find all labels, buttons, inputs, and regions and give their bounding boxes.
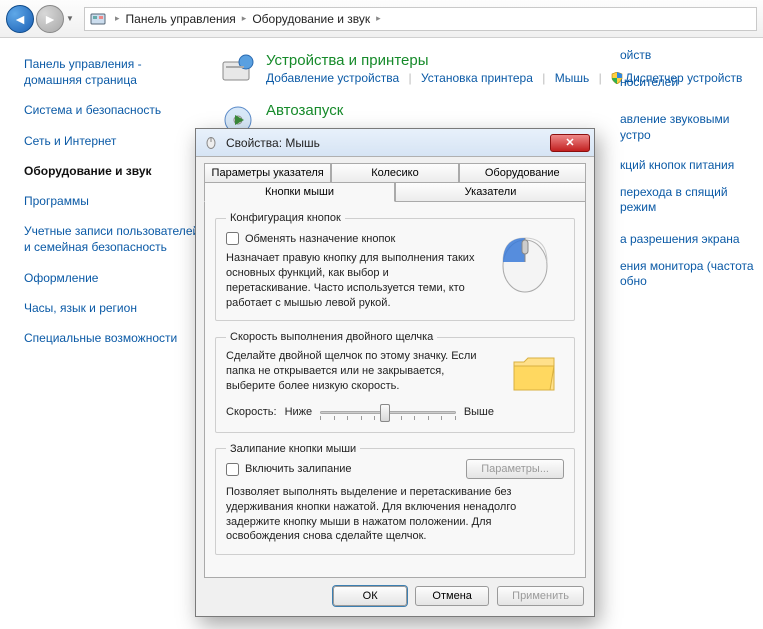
speed-low-label: Ниже — [285, 406, 313, 418]
category-title[interactable]: Автозапуск — [266, 102, 343, 119]
dialog-button-row: ОК Отмена Применить — [196, 578, 594, 616]
speed-slider[interactable] — [320, 402, 456, 422]
slider-thumb[interactable] — [380, 404, 390, 422]
sidebar-item-hardware[interactable]: Оборудование и звук — [24, 163, 200, 179]
swap-buttons-label[interactable]: Обменять назначение кнопок — [245, 233, 395, 245]
devices-icon — [220, 52, 256, 88]
tab-hardware[interactable]: Оборудование — [459, 163, 586, 183]
close-icon: ✕ — [565, 136, 574, 149]
button-config-desc: Назначает правую кнопку для выполнения т… — [226, 251, 476, 310]
sidebar-item-system[interactable]: Система и безопасность — [24, 102, 200, 118]
tab-pointer-options[interactable]: Параметры указателя — [204, 163, 331, 183]
link-mouse[interactable]: Мышь — [555, 71, 590, 85]
back-button[interactable]: ◄ — [6, 5, 34, 33]
clicklock-desc: Позволяет выполнять выделение и перетаск… — [226, 485, 564, 544]
partial-visible-links: авление звуковыми устро — [620, 112, 763, 154]
tab-wheel[interactable]: Колесико — [331, 163, 458, 183]
link-add-device[interactable]: Добавление устройства — [266, 71, 399, 85]
sidebar-item-programs[interactable]: Программы — [24, 193, 200, 209]
control-panel-icon — [89, 10, 107, 28]
chevron-right-icon: ▸ — [115, 13, 120, 24]
tab-pointers[interactable]: Указатели — [395, 182, 586, 202]
sidebar-item-clock[interactable]: Часы, язык и регион — [24, 300, 200, 316]
sidebar: Панель управления - домашняя страница Си… — [0, 38, 210, 629]
chevron-right-icon: ▸ — [376, 13, 381, 24]
clicklock-params-button[interactable]: Параметры... — [466, 459, 564, 479]
speed-desc: Сделайте двойной щелчок по этому значку.… — [226, 349, 494, 394]
group-button-config: Конфигурация кнопок Обменять назначение … — [215, 212, 575, 321]
tab-page-buttons: Конфигурация кнопок Обменять назначение … — [204, 201, 586, 578]
speed-high-label: Выше — [464, 406, 494, 418]
breadcrumb-part[interactable]: Панель управления — [126, 12, 236, 26]
mouse-icon — [204, 135, 220, 151]
ok-button[interactable]: ОК — [333, 586, 407, 606]
tab-buttons[interactable]: Кнопки мыши — [204, 182, 395, 202]
group-legend: Конфигурация кнопок — [226, 212, 345, 224]
sidebar-item-appearance[interactable]: Оформление — [24, 270, 200, 286]
swap-buttons-checkbox[interactable] — [226, 232, 239, 245]
partial-visible-links: а разрешения экрана ения монитора (часто… — [620, 232, 763, 301]
group-legend: Скорость выполнения двойного щелчка — [226, 331, 437, 343]
close-button[interactable]: ✕ — [550, 134, 590, 152]
forward-button[interactable]: ► — [36, 5, 64, 33]
partial-visible-links: кций кнопок питания перехода в спящий ре… — [620, 158, 763, 227]
arrow-right-icon: ► — [43, 11, 57, 27]
dialog-title: Свойства: Мышь — [226, 136, 550, 150]
speed-label: Скорость: — [226, 406, 277, 418]
sidebar-item-accounts[interactable]: Учетные записи пользователей и семейная … — [24, 223, 200, 255]
titlebar[interactable]: Свойства: Мышь ✕ — [196, 129, 594, 157]
link-install-printer[interactable]: Установка принтера — [421, 71, 533, 85]
clicklock-checkbox[interactable] — [226, 463, 239, 476]
nav-history-dropdown[interactable]: ▼ — [66, 14, 78, 23]
test-folder-icon[interactable] — [504, 349, 564, 397]
group-legend: Залипание кнопки мыши — [226, 443, 360, 455]
arrow-left-icon: ◄ — [13, 11, 27, 27]
apply-button[interactable]: Применить — [497, 586, 584, 606]
sidebar-item-network[interactable]: Сеть и Интернет — [24, 133, 200, 149]
clicklock-label[interactable]: Включить залипание — [245, 463, 352, 475]
sidebar-item-home[interactable]: Панель управления - домашняя страница — [24, 56, 200, 88]
breadcrumb[interactable]: ▸ Панель управления ▸ Оборудование и зву… — [84, 7, 757, 31]
sidebar-item-accessibility[interactable]: Специальные возможности — [24, 330, 200, 346]
group-clicklock: Залипание кнопки мыши Параметры... Включ… — [215, 443, 575, 555]
partial-visible-links: ойств носителей — [620, 48, 678, 101]
breadcrumb-part[interactable]: Оборудование и звук — [252, 12, 370, 26]
mouse-properties-dialog: Свойства: Мышь ✕ Параметры указателя Кол… — [195, 128, 595, 617]
chevron-right-icon: ▸ — [242, 13, 247, 24]
mouse-illustration — [486, 230, 564, 290]
nav-bar: ◄ ► ▼ ▸ Панель управления ▸ Оборудование… — [0, 0, 763, 38]
cancel-button[interactable]: Отмена — [415, 586, 489, 606]
group-double-click-speed: Скорость выполнения двойного щелчка Сдел… — [215, 331, 575, 433]
